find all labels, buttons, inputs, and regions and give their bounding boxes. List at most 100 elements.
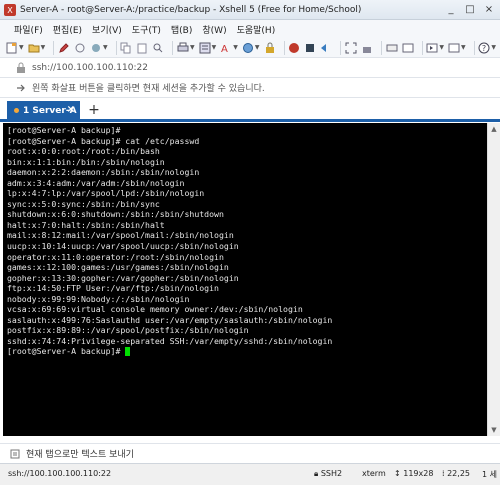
open-folder-icon[interactable] bbox=[28, 41, 40, 55]
title-bar: X Server-A - root@Server-A:/practice/bac… bbox=[0, 0, 500, 20]
chevron-down-icon[interactable]: ▼ bbox=[255, 44, 260, 51]
send-menu-icon[interactable] bbox=[10, 449, 20, 459]
status-protocol: 🔒︎ SSH2 bbox=[314, 469, 342, 479]
toolbar: ▼ ▼ ▼ ▼ ▼ A ▼ ▼ ▼ ▼ ? ▼ bbox=[0, 38, 500, 58]
menu-file[interactable]: 파일(F) bbox=[14, 23, 43, 36]
menu-bar: 파일(F) 편집(E) 보기(V) 도구(T) 탭(B) 창(W) 도움말(H) bbox=[0, 20, 500, 38]
terminal-output[interactable]: [root@Server-A backup]# [root@Server-A ba… bbox=[3, 123, 487, 436]
terminal-line: games:x:12:100:games:/usr/games:/sbin/no… bbox=[7, 262, 229, 273]
toolbar-divider bbox=[172, 40, 174, 55]
terminal-line: halt:x:7:0:halt:/sbin:/sbin/halt bbox=[7, 219, 165, 230]
svg-text:A: A bbox=[221, 44, 228, 54]
find-icon[interactable] bbox=[152, 41, 164, 55]
lock-icon bbox=[17, 62, 25, 73]
menu-tools[interactable]: 도구(T) bbox=[132, 23, 161, 36]
status-dot-icon bbox=[14, 108, 19, 113]
options-icon[interactable] bbox=[448, 41, 460, 55]
tab-server-a[interactable]: 1 Server-A × bbox=[7, 101, 80, 120]
chevron-down-icon[interactable]: ▼ bbox=[439, 44, 444, 51]
lock-icon[interactable] bbox=[264, 41, 276, 55]
chevron-down-icon[interactable]: ▼ bbox=[19, 44, 24, 51]
fullscreen-icon[interactable] bbox=[345, 41, 357, 55]
paste-icon[interactable] bbox=[136, 41, 148, 55]
toolbar-divider bbox=[115, 40, 117, 55]
print-icon[interactable] bbox=[177, 41, 189, 55]
transfer-icon[interactable] bbox=[320, 41, 332, 55]
menu-edit[interactable]: 편집(E) bbox=[53, 23, 82, 36]
toolbar-divider bbox=[283, 40, 285, 55]
scroll-down-icon[interactable]: ▼ bbox=[488, 424, 500, 436]
terminal-lines: [root@Server-A backup]# [root@Server-A ba… bbox=[7, 125, 483, 346]
maximize-button[interactable]: □ bbox=[461, 2, 479, 17]
chevron-down-icon[interactable]: ▼ bbox=[190, 44, 195, 51]
status-term: xterm bbox=[362, 469, 386, 478]
status-sessions: 1 세 bbox=[482, 470, 497, 479]
terminal-line: sshd:x:74:74:Privilege-separated SSH:/va… bbox=[7, 335, 333, 346]
terminal-line: uucp:x:10:14:uucp:/var/spool/uucp:/sbin/… bbox=[7, 241, 239, 252]
terminal-prompt: [root@Server-A backup]# bbox=[7, 346, 126, 357]
new-session-icon[interactable] bbox=[6, 41, 18, 55]
help-icon[interactable]: ? bbox=[478, 41, 490, 55]
close-button[interactable]: × bbox=[480, 2, 498, 17]
terminal-line: shutdown:x:6:0:shutdown:/sbin:/sbin/shut… bbox=[7, 209, 224, 220]
scroll-up-icon[interactable]: ▲ bbox=[488, 123, 500, 135]
toolbar-divider bbox=[473, 40, 475, 55]
menu-tab[interactable]: 탭(B) bbox=[171, 23, 192, 36]
chevron-down-icon[interactable]: ▼ bbox=[103, 44, 108, 51]
address-text[interactable]: ssh://100.100.100.110:22 bbox=[32, 63, 148, 73]
tab-layout-icon[interactable] bbox=[426, 41, 438, 55]
chevron-down-icon[interactable]: ▼ bbox=[461, 44, 466, 51]
terminal-line: sync:x:5:0:sync:/sbin:/bin/sync bbox=[7, 198, 160, 209]
resize-icon: ↕ bbox=[394, 469, 401, 478]
terminal-line: root:x:0:0:root:/root:/bin/bash bbox=[7, 146, 160, 157]
keyboard-icon[interactable] bbox=[386, 41, 398, 55]
arrow-right-icon[interactable] bbox=[16, 83, 26, 93]
lock-icon: 🔒︎ bbox=[314, 469, 319, 478]
menu-window[interactable]: 창(W) bbox=[202, 23, 226, 36]
xftp-icon[interactable] bbox=[288, 41, 300, 55]
connect-icon[interactable] bbox=[90, 41, 102, 55]
cursor-position-icon: ⁞ bbox=[442, 469, 445, 478]
chevron-down-icon[interactable]: ▼ bbox=[233, 44, 238, 51]
lock-screen-icon[interactable] bbox=[361, 41, 373, 55]
terminal-line: [root@Server-A backup]# cat /etc/passwd bbox=[7, 135, 200, 146]
status-protocol-text: SSH2 bbox=[320, 469, 343, 478]
add-tab-button[interactable]: + bbox=[86, 101, 102, 119]
compose-bar[interactable]: 현재 탭으로만 텍스트 보내기 bbox=[0, 443, 500, 463]
properties-icon[interactable] bbox=[199, 41, 211, 55]
svg-text:?: ? bbox=[482, 44, 486, 53]
address-bar[interactable]: ssh://100.100.100.110:22 bbox=[0, 58, 500, 78]
compose-text: 현재 탭으로만 텍스트 보내기 bbox=[26, 450, 134, 460]
script-icon[interactable] bbox=[304, 41, 316, 55]
terminal-line: vcsa:x:69:69:virtual console memory owne… bbox=[7, 304, 303, 315]
disconnect-icon[interactable] bbox=[74, 41, 86, 55]
terminal-scrollbar[interactable]: ▲ ▼ bbox=[487, 123, 500, 436]
chevron-down-icon[interactable]: ▼ bbox=[41, 44, 46, 51]
terminal-prompt-line: [root@Server-A backup]# bbox=[7, 346, 483, 357]
chevron-down-icon[interactable]: ▼ bbox=[212, 44, 217, 51]
terminal-line: mail:x:8:12:mail:/var/spool/mail:/sbin/n… bbox=[7, 230, 234, 241]
terminal-line: postfix:x:89:89::/var/spool/postfix:/sbi… bbox=[7, 325, 249, 336]
status-bar: ssh://100.100.100.110:22 🔒︎ SSH2 xterm ↕… bbox=[0, 463, 500, 485]
chevron-down-icon[interactable]: ▼ bbox=[491, 44, 496, 51]
compose-icon[interactable] bbox=[402, 41, 414, 55]
minimize-button[interactable]: _ bbox=[442, 2, 460, 17]
menu-help[interactable]: 도움말(H) bbox=[237, 23, 276, 36]
cursor bbox=[125, 347, 131, 357]
terminal-line: nobody:x:99:99:Nobody:/:/sbin/nologin bbox=[7, 293, 190, 304]
terminal-line: saslauth:x:499:76:Saslauthd user:/var/em… bbox=[7, 314, 333, 325]
toolbar-divider bbox=[340, 40, 341, 55]
xshell-app-icon: X bbox=[4, 3, 16, 16]
globe-icon[interactable] bbox=[242, 41, 254, 55]
terminal-line: bin:x:1:1:bin:/bin:/sbin/nologin bbox=[7, 156, 165, 167]
menu-view[interactable]: 보기(V) bbox=[92, 23, 122, 36]
session-info-bar: 왼쪽 화살표 버튼을 클릭하면 현재 세션을 추가할 수 있습니다. bbox=[0, 78, 500, 98]
edit-icon[interactable] bbox=[58, 41, 70, 55]
toolbar-divider bbox=[421, 40, 423, 55]
font-icon[interactable]: A bbox=[220, 41, 232, 55]
tab-bar: 1 Server-A × + bbox=[0, 98, 500, 122]
tab-close-icon[interactable]: × bbox=[67, 104, 75, 115]
terminal-line: lp:x:4:7:lp:/var/spool/lpd:/sbin/nologin bbox=[7, 188, 205, 199]
copy-icon[interactable] bbox=[120, 41, 132, 55]
window-title: Server-A - root@Server-A:/practice/backu… bbox=[20, 4, 362, 15]
